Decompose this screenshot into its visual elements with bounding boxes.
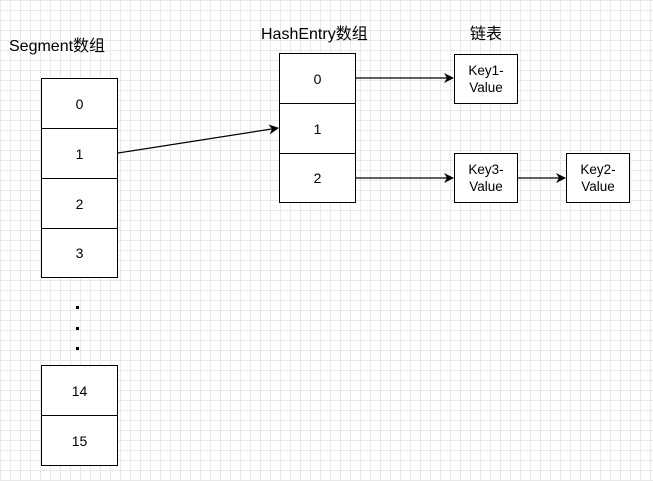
connector-layer — [117, 73, 566, 183]
segment1-to-hashentry-arrow — [117, 124, 279, 154]
